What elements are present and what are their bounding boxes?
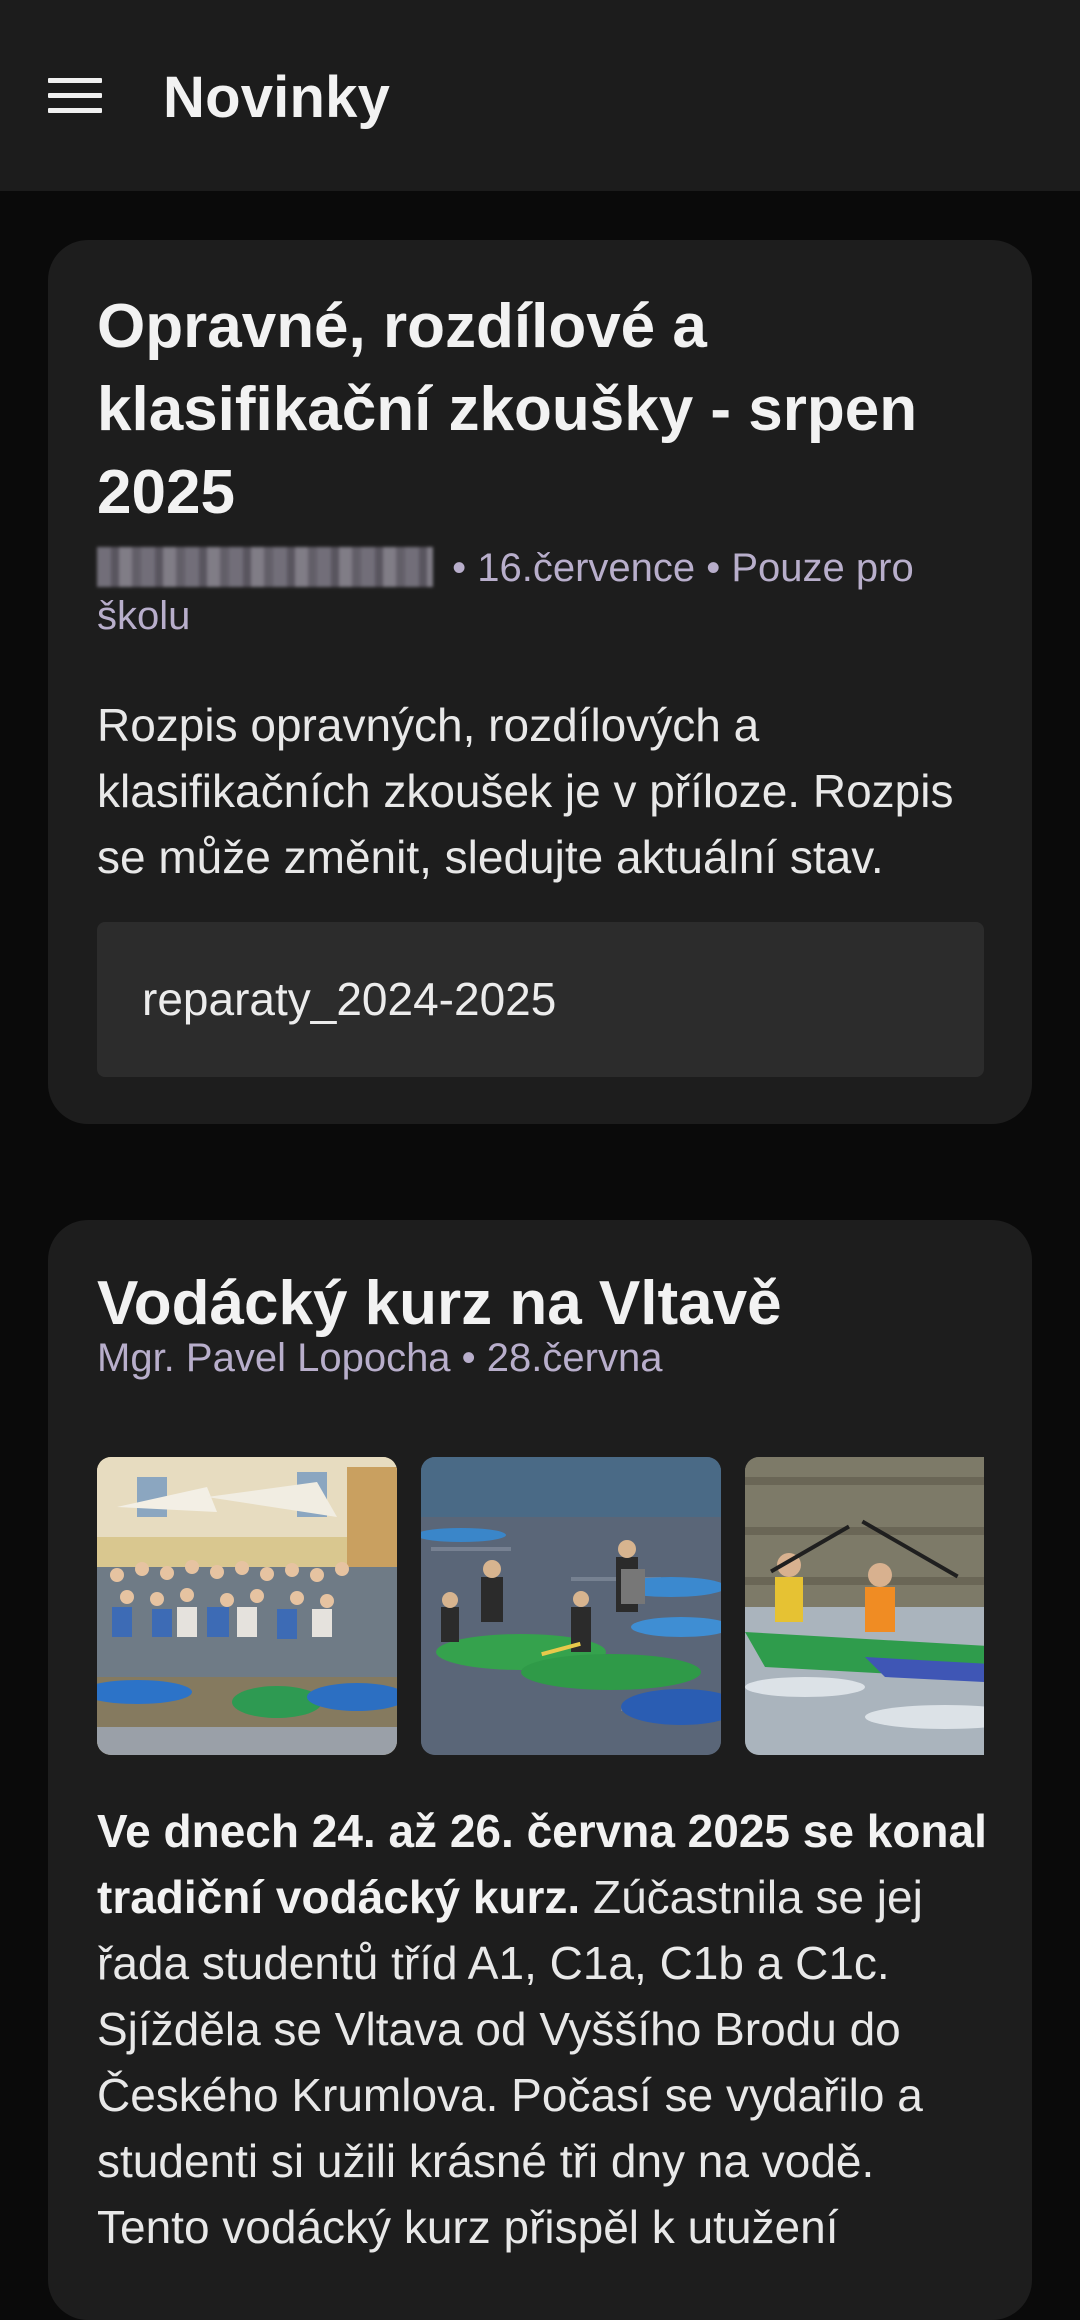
page-title: Novinky <box>163 65 391 130</box>
news-meta: • 16.července • Pouze pro školu <box>97 544 977 640</box>
news-title: Opravné, rozdílové a klasifikační zkoušk… <box>97 292 918 527</box>
attachment-label: reparaty_2024-2025 <box>142 973 557 1025</box>
news-body: Rozpis opravných, rozdílových a klasifik… <box>97 699 954 883</box>
app-bar: Novinky <box>0 0 1080 191</box>
redacted-author <box>97 547 433 587</box>
gallery-photo[interactable] <box>97 1457 397 1755</box>
news-card[interactable]: Vodácký kurz na Vltavě Mgr. Pavel Lopoch… <box>48 1220 1032 2320</box>
news-card[interactable]: Opravné, rozdílové a klasifikační zkoušk… <box>48 240 1032 1124</box>
news-body: Ve dnech 24. až 26. června 2025 se konal… <box>97 1798 997 2260</box>
news-meta: Mgr. Pavel Lopocha • 28.června <box>97 1336 663 1380</box>
news-title: Vodácký kurz na Vltavě <box>97 1269 782 1338</box>
photo-gallery[interactable] <box>97 1457 984 1755</box>
gallery-photo[interactable] <box>745 1457 984 1755</box>
hamburger-menu-icon[interactable] <box>48 78 102 114</box>
gallery-photo[interactable] <box>421 1457 721 1755</box>
news-body-text: Zúčastnila se jej řada studentů tříd A1,… <box>97 1871 923 2253</box>
attachment-button[interactable]: reparaty_2024-2025 <box>97 922 984 1077</box>
